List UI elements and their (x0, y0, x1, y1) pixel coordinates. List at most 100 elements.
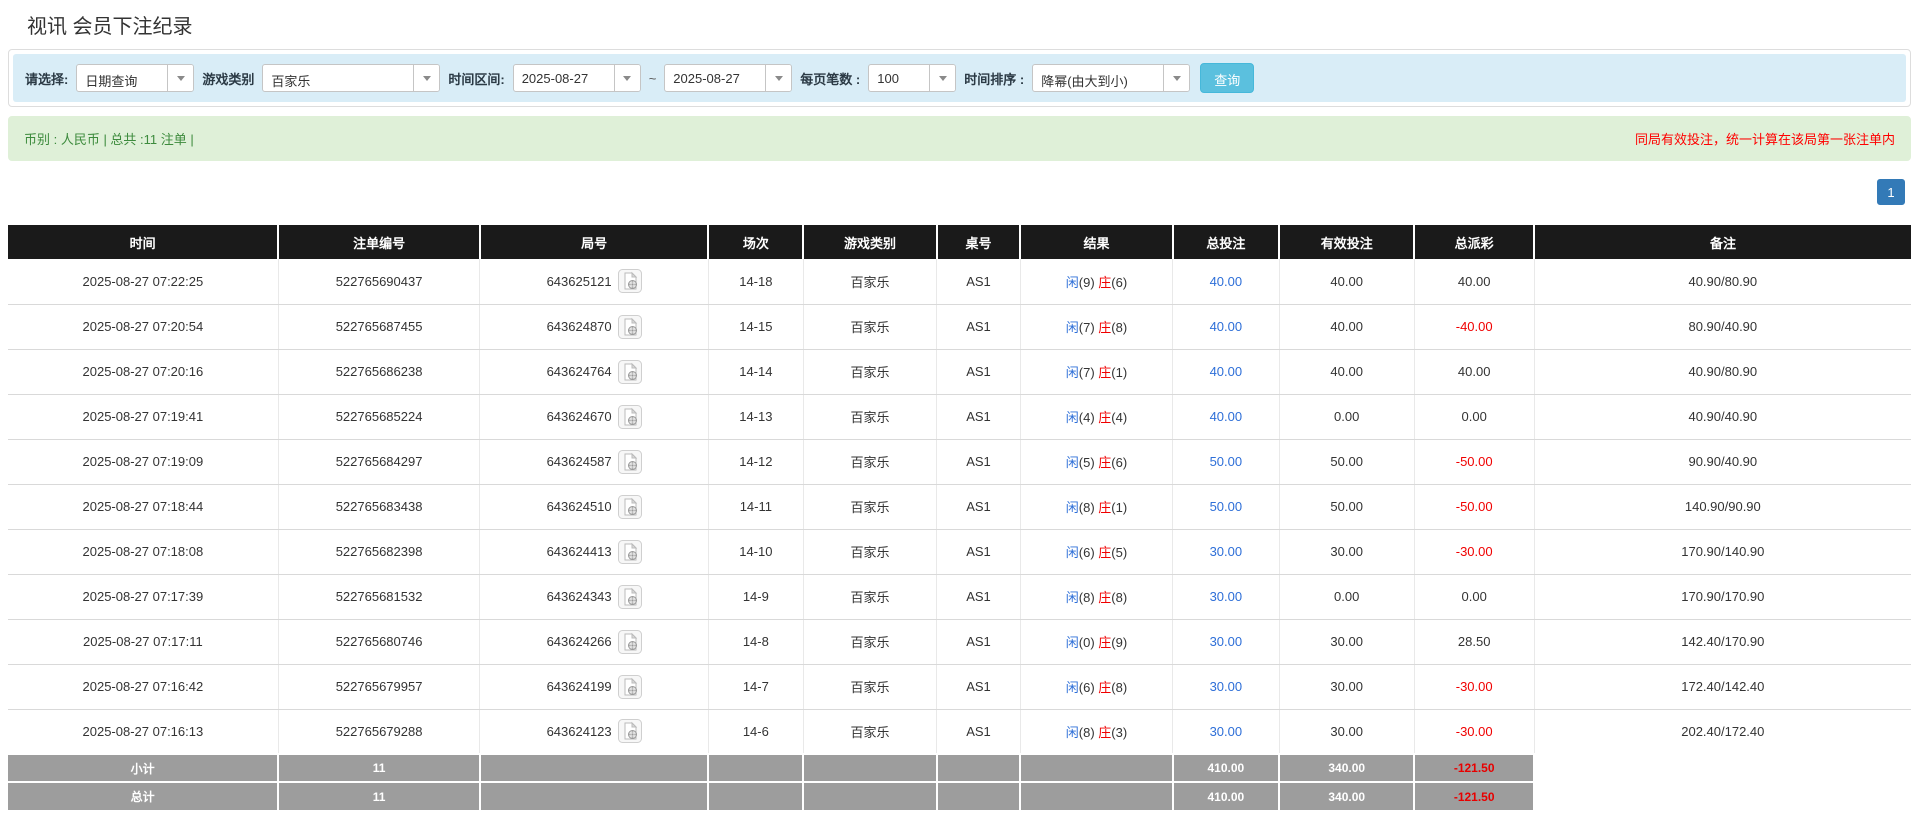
page-size-dropdown-button[interactable] (929, 65, 955, 91)
video-replay-icon[interactable] (618, 540, 642, 564)
player-result-label: 闲 (1066, 590, 1079, 605)
video-replay-icon[interactable] (618, 405, 642, 429)
game-type-cell: 百家乐 (803, 394, 936, 439)
payout-cell: 0.00 (1414, 574, 1534, 619)
total-bet-link[interactable]: 30.00 (1210, 634, 1243, 649)
game-type-dropdown-button[interactable] (413, 65, 439, 91)
time-cell: 2025-08-27 07:18:08 (8, 529, 278, 574)
total-bet-link[interactable]: 50.00 (1210, 454, 1243, 469)
banker-result-label: 庄 (1098, 275, 1111, 290)
game-type-cell: 百家乐 (803, 304, 936, 349)
date-to-select[interactable]: 2025-08-27 (664, 64, 792, 92)
table-number-cell: AS1 (937, 259, 1021, 304)
video-replay-icon[interactable] (618, 360, 642, 384)
video-replay-icon[interactable] (618, 450, 642, 474)
total-bet-cell[interactable]: 30.00 (1173, 709, 1280, 754)
filter-bar: 请选择: 日期查询 游戏类别 百家乐 时间区间: 2025-08-27 ~ 20… (13, 54, 1906, 102)
round-number-cell: 643624413 (480, 529, 708, 574)
total-bet-cell[interactable]: 30.00 (1173, 664, 1280, 709)
round-number: 643624123 (547, 724, 612, 739)
total-bet-cell[interactable]: 40.00 (1173, 259, 1280, 304)
date-from-dropdown-button[interactable] (614, 65, 640, 91)
total-bet-cell[interactable]: 30.00 (1173, 529, 1280, 574)
game-type-select[interactable]: 百家乐 (262, 64, 440, 92)
result-cell: 闲(8) 庄(3) (1020, 709, 1172, 754)
player-result-label: 闲 (1066, 410, 1079, 425)
remark-cell: 170.90/170.90 (1534, 574, 1911, 619)
payout-cell: -50.00 (1414, 439, 1534, 484)
banker-result-label: 庄 (1098, 635, 1111, 650)
time-cell: 2025-08-27 07:19:09 (8, 439, 278, 484)
total-bet-link[interactable]: 40.00 (1210, 274, 1243, 289)
total-bet-cell[interactable]: 30.00 (1173, 574, 1280, 619)
total-bet-link[interactable]: 30.00 (1210, 544, 1243, 559)
bet-number-cell: 522765679288 (278, 709, 480, 754)
subtotal-count: 11 (278, 754, 480, 782)
query-type-select[interactable]: 日期查询 (76, 64, 194, 92)
video-replay-icon[interactable] (618, 675, 642, 699)
total-bet-cell[interactable]: 40.00 (1173, 304, 1280, 349)
table-row: 2025-08-27 07:17:11522765680746643624266… (8, 619, 1911, 664)
banker-result-label: 庄 (1098, 725, 1111, 740)
video-replay-icon[interactable] (618, 495, 642, 519)
video-replay-icon[interactable] (618, 630, 642, 654)
valid-bet-cell: 50.00 (1279, 439, 1414, 484)
date-from-select[interactable]: 2025-08-27 (513, 64, 641, 92)
player-result-label: 闲 (1066, 275, 1079, 290)
total-bet-link[interactable]: 40.00 (1210, 409, 1243, 424)
column-header-5: 桌号 (937, 225, 1021, 259)
remark-cell: 140.90/90.90 (1534, 484, 1911, 529)
bet-number-cell: 522765690437 (278, 259, 480, 304)
total-bet-link[interactable]: 40.00 (1210, 364, 1243, 379)
result-cell: 闲(7) 庄(8) (1020, 304, 1172, 349)
video-replay-icon[interactable] (618, 315, 642, 339)
player-result-label: 闲 (1066, 500, 1079, 515)
total-bet-cell[interactable]: 50.00 (1173, 439, 1280, 484)
video-replay-icon[interactable] (618, 269, 642, 293)
video-replay-icon[interactable] (618, 585, 642, 609)
total-bet-link[interactable]: 30.00 (1210, 724, 1243, 739)
table-row: 2025-08-27 07:19:41522765685224643624670… (8, 394, 1911, 439)
total-bet-cell[interactable]: 40.00 (1173, 349, 1280, 394)
table-row: 2025-08-27 07:20:16522765686238643624764… (8, 349, 1911, 394)
total-bet-link[interactable]: 30.00 (1210, 679, 1243, 694)
subtotal-total-bet: 410.00 (1173, 754, 1280, 782)
round-number: 643624870 (547, 319, 612, 334)
table-number-cell: AS1 (937, 619, 1021, 664)
bet-number-cell: 522765679957 (278, 664, 480, 709)
valid-bet-cell: 50.00 (1279, 484, 1414, 529)
page-1-button[interactable]: 1 (1877, 179, 1905, 205)
date-from-value: 2025-08-27 (514, 65, 614, 91)
time-cell: 2025-08-27 07:16:42 (8, 664, 278, 709)
column-header-7: 总投注 (1173, 225, 1280, 259)
page-size-value: 100 (869, 65, 929, 91)
query-type-dropdown-button[interactable] (167, 65, 193, 91)
subtotal-payout: -121.50 (1414, 754, 1534, 782)
total-bet-cell[interactable]: 30.00 (1173, 619, 1280, 664)
time-cell: 2025-08-27 07:18:44 (8, 484, 278, 529)
payout-cell: -40.00 (1414, 304, 1534, 349)
page-size-select[interactable]: 100 (868, 64, 956, 92)
table-number-cell: AS1 (937, 484, 1021, 529)
table-number-cell: AS1 (937, 709, 1021, 754)
subtotal-label: 小计 (8, 754, 278, 782)
banker-result-label: 庄 (1098, 365, 1111, 380)
total-bet-cell[interactable]: 50.00 (1173, 484, 1280, 529)
time-sort-select[interactable]: 降幂(由大到小) (1032, 64, 1190, 92)
total-bet-cell[interactable]: 40.00 (1173, 394, 1280, 439)
video-replay-icon[interactable] (618, 719, 642, 743)
session-cell: 14-18 (708, 259, 803, 304)
page-title: 视讯 会员下注纪录 (27, 10, 1911, 39)
time-sort-dropdown-button[interactable] (1163, 65, 1189, 91)
banker-result-label: 庄 (1098, 410, 1111, 425)
date-to-dropdown-button[interactable] (765, 65, 791, 91)
round-number: 643624587 (547, 454, 612, 469)
game-type-cell: 百家乐 (803, 484, 936, 529)
bet-number-cell: 522765682398 (278, 529, 480, 574)
total-bet-link[interactable]: 30.00 (1210, 589, 1243, 604)
total-bet-link[interactable]: 40.00 (1210, 319, 1243, 334)
search-button[interactable]: 查询 (1200, 63, 1254, 93)
column-header-10: 备注 (1534, 225, 1911, 259)
page-size-label: 每页笔数 : (800, 69, 860, 88)
total-bet-link[interactable]: 50.00 (1210, 499, 1243, 514)
